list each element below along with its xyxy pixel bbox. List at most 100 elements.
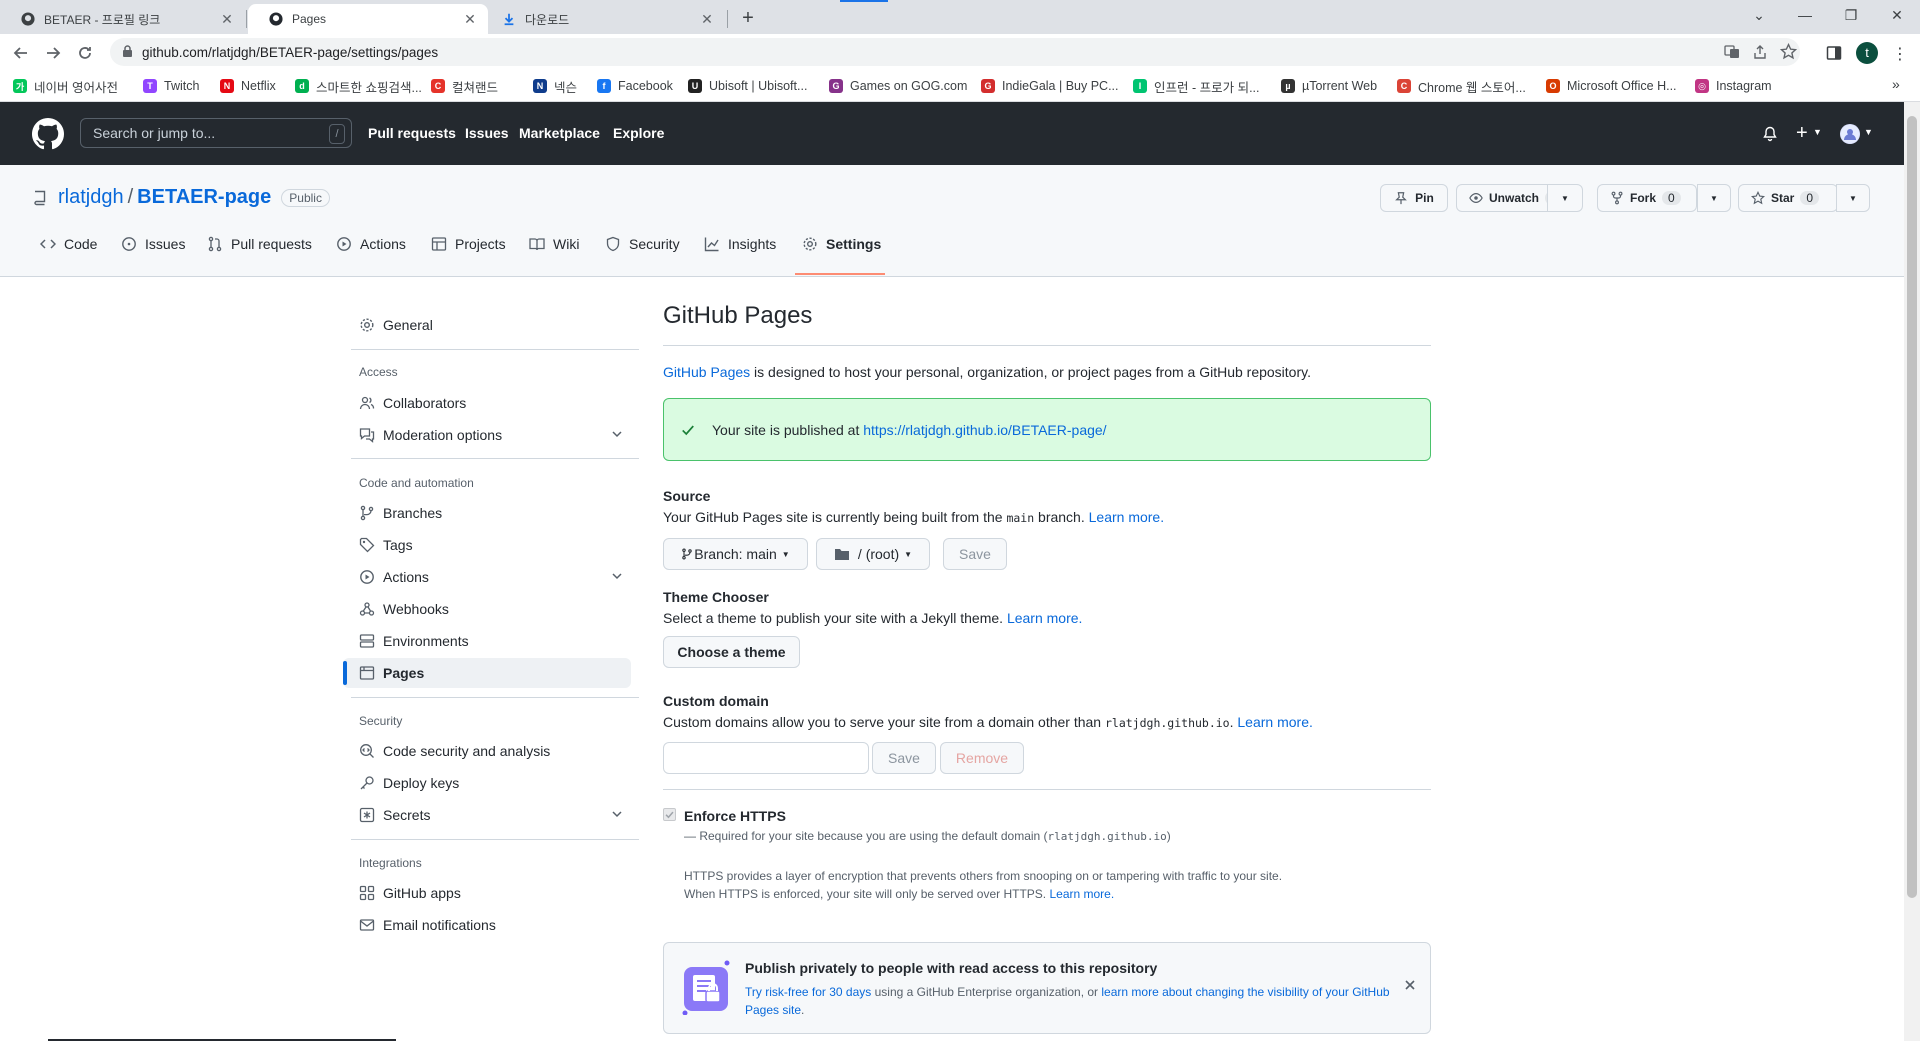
repo-name-link[interactable]: BETAER-page [137,186,271,209]
source-save-button[interactable]: Save [943,538,1007,570]
star-button[interactable]: Star 0 [1738,184,1838,212]
close-icon[interactable]: ✕ [462,11,478,27]
close-window-button[interactable]: ✕ [1874,0,1920,30]
github-logo-icon[interactable] [32,118,64,150]
close-icon[interactable]: ✕ [699,11,715,27]
sidebar-item-pages[interactable]: Pages [343,658,631,688]
fork-button[interactable]: Fork 0 [1597,184,1697,212]
nav-explore[interactable]: Explore [613,125,664,141]
lock-icon[interactable] [122,45,133,58]
custom-domain-input[interactable] [663,742,869,774]
restore-button[interactable]: ❐ [1828,0,1874,30]
sidebar-item-environments[interactable]: Environments [343,626,631,656]
bookmark-item[interactable]: ◎ Instagram [1695,77,1772,95]
bookmark-item[interactable]: N 넥슨 [533,77,577,95]
trial-link[interactable]: Try risk-free for 30 days [745,985,871,999]
profile-avatar[interactable]: t [1856,42,1878,64]
forward-icon[interactable] [40,40,66,66]
close-icon[interactable]: ✕ [219,11,235,27]
translate-icon[interactable] [1724,44,1740,60]
learn-more-link[interactable]: Learn more. [1089,509,1164,525]
nav-marketplace[interactable]: Marketplace [519,125,600,141]
learn-more-link[interactable]: Learn more. [1007,610,1082,626]
omnibox[interactable]: github.com/rlatjdgh/BETAER-page/settings… [110,38,1800,66]
browser-tab[interactable]: 다운로드 ✕ [489,4,725,34]
chevron-down-icon[interactable]: ▼ [1864,127,1873,137]
bookmark-item[interactable]: G IndieGala | Buy PC... [981,77,1119,95]
back-icon[interactable] [8,40,34,66]
side-panel-icon[interactable] [1826,45,1842,61]
bookmark-item[interactable]: T Twitch [143,77,199,95]
tab-projects[interactable]: Projects [431,221,506,267]
tab-code[interactable]: Code [40,221,97,267]
sidebar-item-email-notifications[interactable]: Email notifications [343,910,631,940]
published-url-link[interactable]: https://rlatjdgh.github.io/BETAER-page/ [863,422,1106,438]
bookmark-item[interactable]: d 스마트한 쇼핑검색... [295,77,422,95]
new-tab-button[interactable]: + [736,6,760,30]
bookmark-item[interactable]: C 컬쳐랜드 [431,77,498,95]
sidebar-item-webhooks[interactable]: Webhooks [343,594,631,624]
create-new-icon[interactable]: + [1796,122,1808,145]
bookmark-item[interactable]: U Ubisoft | Ubisoft... [688,77,807,95]
tab-wiki[interactable]: Wiki [529,221,579,267]
tab-actions[interactable]: Actions [336,221,406,267]
sidebar-item-code-security[interactable]: Code security and analysis [343,736,631,766]
bookmark-item[interactable]: N Netflix [220,77,276,95]
bookmark-label: 네이버 영어사전 [34,80,118,95]
bookmark-star-icon[interactable] [1780,43,1797,60]
enforce-https-checkbox[interactable] [663,808,676,821]
folder-select-button[interactable]: / (root) ▼ [816,538,930,570]
menu-icon[interactable]: ⋮ [1892,44,1908,64]
sidebar-item-tags[interactable]: Tags [343,530,631,560]
bookmark-item[interactable]: 가 네이버 영어사전 [13,77,118,95]
minimize-button[interactable]: — [1782,0,1828,30]
sidebar-item-github-apps[interactable]: GitHub apps [343,878,631,908]
github-pages-link[interactable]: GitHub Pages [663,364,750,380]
tab-settings[interactable]: Settings [802,221,881,267]
url-text[interactable]: github.com/rlatjdgh/BETAER-page/settings… [142,45,438,60]
sidebar-item-collaborators[interactable]: Collaborators [343,388,631,418]
learn-more-link[interactable]: Learn more. [1049,887,1114,901]
learn-more-link[interactable]: Learn more. [1237,714,1312,730]
tab-security[interactable]: Security [605,221,680,267]
bookmark-item[interactable]: G Games on GOG.com [829,77,967,95]
sidebar-item-general[interactable]: General [343,310,631,340]
user-avatar[interactable] [1840,124,1860,144]
nav-issues[interactable]: Issues [465,125,509,141]
tab-insights[interactable]: Insights [704,221,776,267]
browser-tab-active[interactable]: Pages ✕ [248,4,488,34]
tab-pull-requests[interactable]: Pull requests [207,221,312,267]
more-bookmarks-icon[interactable]: » [1892,76,1900,92]
domain-save-button[interactable]: Save [872,742,936,774]
choose-theme-button[interactable]: Choose a theme [663,636,800,668]
branch-select-button[interactable]: Branch: main ▼ [663,538,808,570]
domain-remove-button[interactable]: Remove [940,742,1024,774]
pin-button[interactable]: Pin [1380,184,1448,212]
repo-owner-link[interactable]: rlatjdgh [58,186,124,209]
sidebar-item-moderation[interactable]: Moderation options [343,420,631,450]
reload-icon[interactable] [72,40,98,66]
watch-dropdown[interactable]: ▼ [1547,184,1583,212]
share-icon[interactable] [1752,44,1768,60]
scrollbar-track[interactable] [1904,102,1920,1041]
star-dropdown[interactable]: ▼ [1836,184,1870,212]
bookmark-item[interactable]: I 인프런 - 프로가 되... [1133,77,1260,95]
bookmark-item[interactable]: f Facebook [597,77,673,95]
chevron-down-icon[interactable]: ▼ [1813,127,1822,137]
tab-issues[interactable]: Issues [121,221,185,267]
scrollbar-thumb[interactable] [1907,116,1917,898]
nav-pull-requests[interactable]: Pull requests [368,125,456,141]
sidebar-item-deploy-keys[interactable]: Deploy keys [343,768,631,798]
sidebar-item-actions[interactable]: Actions [343,562,631,592]
fork-dropdown[interactable]: ▼ [1697,184,1731,212]
tab-search-icon[interactable]: ⌄ [1736,0,1782,30]
bookmark-item[interactable]: C Chrome 웹 스토어... [1397,77,1526,95]
bookmark-item[interactable]: µ µTorrent Web [1281,77,1377,95]
close-icon[interactable] [1404,979,1416,991]
bookmark-item[interactable]: O Microsoft Office H... [1546,77,1677,95]
sidebar-item-secrets[interactable]: Secrets [343,800,631,830]
search-input[interactable]: Search or jump to... / [80,118,352,148]
bell-icon[interactable] [1762,126,1778,142]
sidebar-item-branches[interactable]: Branches [343,498,631,528]
browser-tab[interactable]: BETAER - 프로필 링크 ✕ [0,4,245,34]
